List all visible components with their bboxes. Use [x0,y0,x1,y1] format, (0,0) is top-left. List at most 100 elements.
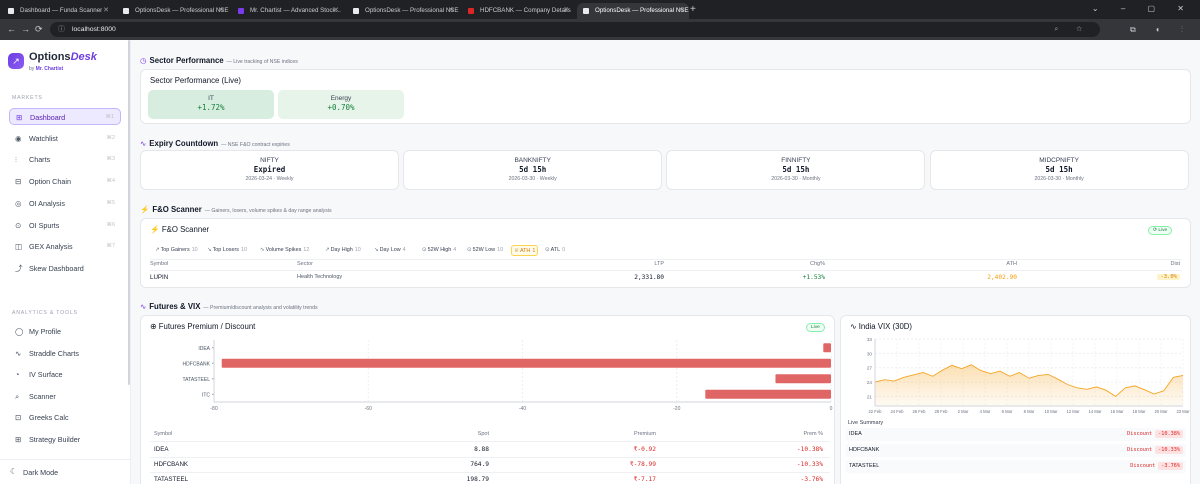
sidebar-item-oi-spurts[interactable]: ⊙ OI Spurts ⌘6 [9,217,121,234]
browser-tab[interactable]: HDFCBANK — Company Details ✕ [462,3,574,19]
futures-column-header[interactable]: Premium [634,431,656,437]
sidebar-scrollbar[interactable] [128,40,130,385]
url-input[interactable]: ⓘ localhost:8000 ⌕ ☆ [50,22,1100,37]
sidebar-item-dashboard[interactable]: ⊞ Dashboard ⌘1 [9,108,121,125]
tab-close-icon[interactable]: ✕ [678,3,684,19]
sector-tile[interactable]: IT +1.72% [148,90,274,119]
vix-card: ∿ India VIX (30D) 33 30 27 24 21 22 Feb 24 Feb… [840,315,1191,484]
reload-icon[interactable]: ⟳ [35,23,43,35]
discount-badge: Discount -10.38% [1127,430,1183,438]
filter-chip-day-high[interactable]: ↗Day High 10 [323,245,363,256]
sidebar-item-watchlist[interactable]: ◉ Watchlist ⌘2 [9,130,121,147]
fo-column-header[interactable]: ATH [1006,261,1017,267]
fo-live-badge[interactable]: ⟳ Live [1148,226,1173,235]
filter-chip-52w-high[interactable]: ⊙52W High 4 [420,245,458,256]
browser-tab[interactable]: OptionsDesk — Professional NSE... ✕ [347,3,459,19]
zoom-star-icons[interactable]: ⌕ ☆ [1054,22,1090,37]
vix-x-tick: 26 Feb [912,409,926,414]
premium-x-tick: -60 [365,406,372,412]
back-icon[interactable]: ← [7,23,16,35]
forward-icon[interactable]: → [21,23,30,35]
favicon-icon [353,8,359,14]
pulse-icon: ∿ [850,322,857,331]
filter-chip-icon: ⊙ [467,247,472,253]
fo-column-header[interactable]: Symbol [150,261,168,267]
filter-chip-ath[interactable]: ♕ATH 1 [511,245,539,256]
futures-column-header[interactable]: Symbol [154,431,172,437]
futures-cell-symbol[interactable]: IDEA [154,446,168,453]
browser-tab[interactable]: OptionsDesk — Professional NSE... ✕ [117,3,229,19]
vix-title: ∿ India VIX (30D) [850,322,913,331]
premium-x-tick: -80 [210,406,217,412]
premium-bar [823,343,831,353]
sidebar-item-skew-dashboard[interactable]: ⤴ Skew Dashboard [9,260,121,277]
futures-cell-pct: -3.76% [800,476,823,483]
extension-icons[interactable]: ⧉ ◐ ⋮ [1130,22,1192,37]
futures-cell-symbol[interactable]: HDFCBANK [154,461,188,468]
vix-summary-row: IDEA Discount -10.38% [846,428,1186,441]
address-bar: ← → ⟳ ⓘ localhost:8000 ⌕ ☆ ⧉ ◐ ⋮ [0,19,1200,40]
dark-mode-toggle[interactable]: ☾ Dark Mode [0,459,130,484]
vix-x-tick: 22 Feb [868,409,882,414]
fo-card-title: ⚡ F&O Scanner [150,225,210,234]
filter-chip-icon: ∿ [260,247,265,253]
site-info-icon[interactable]: ⓘ [58,22,65,37]
main-content: ◷ Sector Performance — Live tracking of NS… [131,40,1200,484]
sector-tile[interactable]: Energy +0.70% [278,90,404,119]
fo-cell-sector: Health Technology [297,274,343,280]
filter-chip-atl[interactable]: ⊙ATL 0 [543,245,567,256]
sidebar-item-option-chain[interactable]: ⊟ Option Chain ⌘4 [9,173,121,190]
sidebar-item-my-profile[interactable]: ◯ My Profile [9,323,121,340]
fo-column-header[interactable]: LTP [654,261,664,267]
premium-x-tick: -40 [519,406,526,412]
tab-close-icon[interactable]: ✕ [448,3,454,19]
expiry-card: BANKNIFTY 5d 15h 2026-03-30 · Weekly [403,150,663,190]
premium-bar [221,358,831,368]
futures-column-header[interactable]: Spot [478,431,489,437]
fo-column-header[interactable]: Dist [1171,261,1180,267]
summary-symbol: IDEA [849,431,862,437]
vix-x-tick: 28 Feb [934,409,948,414]
tab-close-icon[interactable]: ✕ [218,3,224,19]
browser-tab[interactable]: Mr. Chartist — Advanced Stock... ✕ [232,3,344,19]
tab-close-icon[interactable]: ✕ [103,3,109,19]
tab-close-icon[interactable]: ✕ [563,3,569,19]
sidebar-item-scanner[interactable]: ⌕ Scanner [9,388,121,405]
fo-cell-symbol[interactable]: LUPIN [150,274,168,281]
sidebar-item-iv-surface[interactable]: ◔ IV Surface [9,366,121,383]
calc-icon: ⊡ [15,413,22,423]
sidebar-item-oi-analysis[interactable]: ◎ OI Analysis ⌘5 [9,195,121,212]
futures-column-header[interactable]: Prem % [803,431,823,437]
window-controls[interactable]: ⌄ – ▢ ✕ [1092,1,1194,17]
filter-chip-top-losers[interactable]: ↘Top Losers 10 [205,245,249,256]
filter-chip-top-gainers[interactable]: ↗Top Gainers 10 [153,245,200,256]
filter-chip-icon: ♕ [514,248,519,254]
filter-chip-volume-spikes[interactable]: ∿Volume Spikes 12 [258,245,311,256]
browser-tab[interactable]: OptionsDesk — Professional NSE... ✕ [577,3,689,19]
sidebar-item-straddle-charts[interactable]: ∿ Straddle Charts [9,345,121,362]
summary-symbol: HDFCBANK [849,447,880,453]
expiry-card: NIFTY Expired 2026-03-24 · Weekly [140,150,399,190]
filter-chip-day-low[interactable]: ↘Day Low 4 [372,245,408,256]
futures-live-badge[interactable]: Live [806,323,825,332]
fo-column-header[interactable]: Chg% [810,261,825,267]
sidebar-item-gex-analysis[interactable]: ◫ GEX Analysis ⌘7 [9,238,121,255]
sidebar-item-strategy-builder[interactable]: ⊞ Strategy Builder [9,431,121,448]
dashboard-icon: ⊞ [16,113,23,122]
globe-icon: ⊕ [150,322,157,331]
sidebar-item-greeks-calc[interactable]: ⊡ Greeks Calc [9,409,121,426]
chain-icon: ⊟ [15,177,22,187]
expiry-card: FINNIFTY 5d 15h 2026-03-30 · Monthly [666,150,926,190]
spurt-icon: ⊙ [15,220,22,230]
browser-tab[interactable]: Dashboard — Funda Scanner ✕ [2,3,114,19]
moon-icon: ☾ [10,467,18,476]
brand-name[interactable]: OptionsDesk [29,51,97,63]
tab-close-icon[interactable]: ✕ [333,3,339,19]
sidebar-item-charts[interactable]: ⫶ Charts ⌘3 [9,151,121,168]
futures-cell-symbol[interactable]: TATASTEEL [154,476,188,483]
new-tab-button[interactable]: + [690,3,696,17]
filter-chip-52w-low[interactable]: ⊙52W Low 10 [465,245,505,256]
markets-section-title: MARKETS [12,95,43,101]
favicon-icon [8,8,14,14]
fo-column-header[interactable]: Sector [297,261,313,267]
